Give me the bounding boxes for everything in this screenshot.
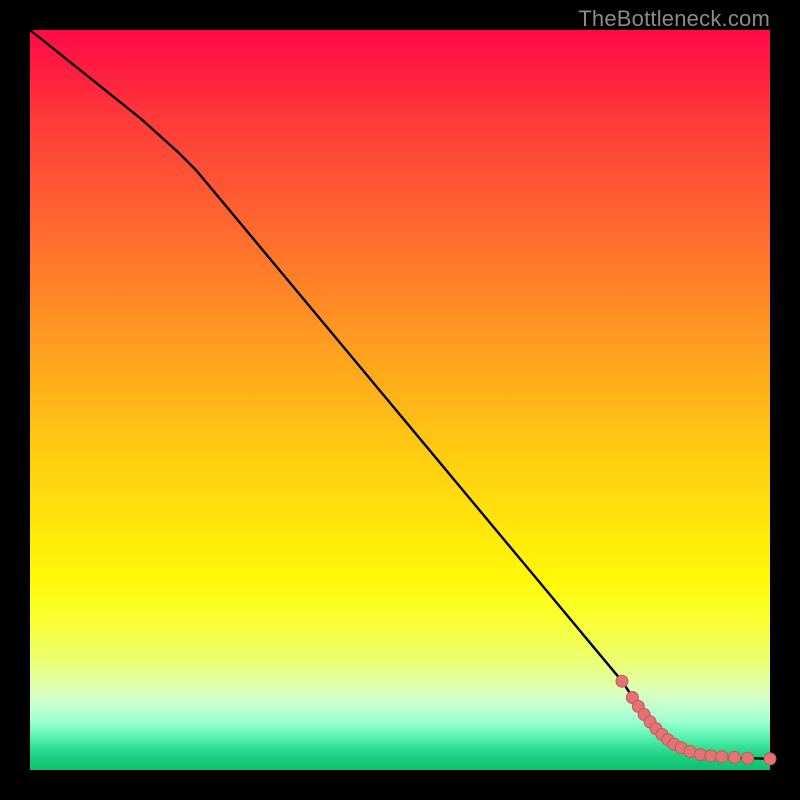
dot bbox=[716, 751, 728, 763]
chart-overlay bbox=[30, 30, 770, 770]
dot bbox=[729, 751, 741, 763]
dot bbox=[742, 752, 754, 764]
dot bbox=[705, 750, 717, 762]
watermark-label: TheBottleneck.com bbox=[578, 6, 770, 32]
chart-container: TheBottleneck.com bbox=[0, 0, 800, 800]
bottleneck-curve bbox=[30, 30, 770, 759]
dot bbox=[616, 675, 628, 687]
dot bbox=[764, 753, 776, 765]
highlight-dots bbox=[616, 675, 776, 765]
